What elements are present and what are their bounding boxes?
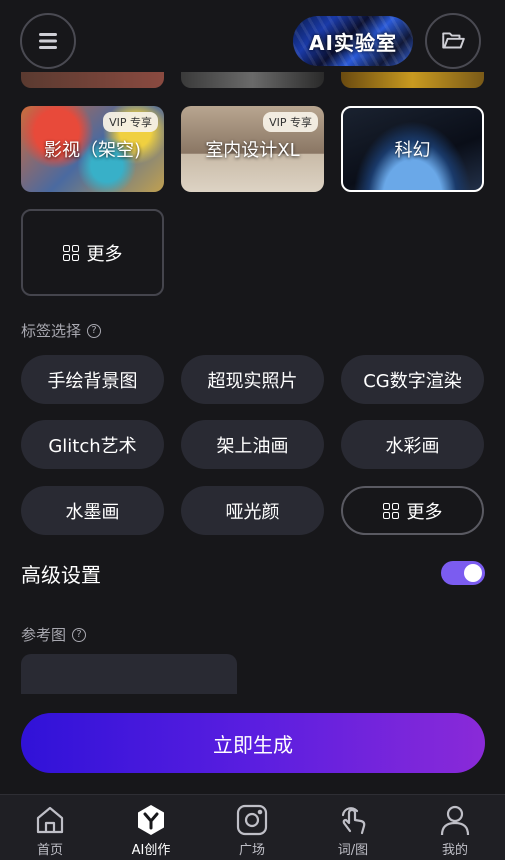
nav-label: 我的 (441, 843, 468, 858)
scrolled-card-strip (181, 72, 324, 88)
grid-icon (62, 244, 79, 261)
tag-chip[interactable]: 水彩画 (341, 420, 484, 469)
folder-open-icon (442, 32, 465, 49)
scrolled-card-strip (21, 72, 164, 88)
vip-badge: VIP 专享 (263, 112, 318, 132)
bottom-nav: 首页 AI创作 广场 词/图 我的 (0, 794, 505, 860)
nav-label: 广场 (238, 843, 265, 858)
tag-chip[interactable]: Glitch艺术 (21, 420, 164, 469)
profile-icon (440, 805, 470, 836)
tag-chip[interactable]: 哑光颜 (181, 486, 324, 535)
tag-label: 水彩画 (385, 435, 440, 457)
menu-button[interactable] (20, 13, 76, 69)
nav-label: 首页 (36, 843, 63, 858)
touch-icon (341, 807, 366, 835)
nav-item-ai-create[interactable]: AI创作 (111, 803, 191, 858)
generate-button[interactable]: 立即生成 (21, 713, 485, 773)
scrolled-card-strip (341, 72, 484, 88)
nav-item-words-images[interactable]: 词/图 (313, 803, 393, 858)
tags-section-label: 标签选择 ? (21, 320, 102, 341)
tag-label: 架上油画 (216, 435, 289, 457)
plaza-icon (236, 804, 268, 836)
reference-label-text: 参考图 (21, 626, 67, 644)
ai-lab-label: AI实验室 (309, 30, 397, 55)
tag-label: 哑光颜 (225, 501, 280, 523)
tag-label: 水墨画 (65, 501, 120, 523)
tag-label: CG数字渲染 (363, 370, 462, 392)
advanced-settings-toggle[interactable] (441, 561, 485, 585)
help-icon[interactable]: ? (87, 323, 102, 338)
reference-image-upload[interactable] (21, 654, 237, 694)
more-tags-label: 更多 (406, 501, 443, 523)
nav-item-profile[interactable]: 我的 (415, 803, 495, 858)
tag-chip[interactable]: 超现实照片 (181, 355, 324, 404)
tag-label: 手绘背景图 (47, 370, 138, 392)
nav-label: AI创作 (131, 843, 171, 858)
tag-chip[interactable]: 水墨画 (21, 486, 164, 535)
nav-item-plaza[interactable]: 广场 (212, 803, 292, 858)
tags-label-text: 标签选择 (21, 322, 82, 340)
ai-lab-badge[interactable]: AI实验室 (293, 16, 413, 66)
more-styles-button[interactable]: 更多 (21, 209, 164, 296)
tag-chip[interactable]: CG数字渲染 (341, 355, 484, 404)
nav-label: 词/图 (337, 843, 369, 858)
grid-icon (382, 502, 399, 519)
tag-label: Glitch艺术 (48, 435, 137, 457)
reference-section-label: 参考图 ? (21, 624, 87, 645)
tag-label: 超现实照片 (207, 370, 298, 392)
generate-label: 立即生成 (213, 732, 293, 757)
nav-item-home[interactable]: 首页 (10, 803, 90, 858)
help-icon[interactable]: ? (72, 627, 87, 642)
more-tags-button[interactable]: 更多 (341, 486, 484, 535)
advanced-settings-label: 高级设置 (21, 563, 101, 587)
style-card-label: 室内设计XL (205, 140, 300, 161)
style-card-scifi[interactable]: 科幻 (341, 106, 484, 192)
vip-badge: VIP 专享 (103, 112, 158, 132)
tag-chip[interactable]: 手绘背景图 (21, 355, 164, 404)
style-card-label: 科幻 (394, 140, 431, 161)
style-card-film[interactable]: VIP 专享 影视（架空) (21, 106, 164, 192)
style-card-label: 影视（架空) (43, 140, 142, 161)
top-bar: AI实验室 (0, 0, 505, 82)
tag-chip[interactable]: 架上油画 (181, 420, 324, 469)
hamburger-menu-icon (39, 33, 57, 49)
home-icon (36, 806, 64, 834)
folder-button[interactable] (425, 13, 481, 69)
ai-create-icon (138, 805, 164, 835)
more-styles-label: 更多 (86, 243, 123, 265)
style-card-interior[interactable]: VIP 专享 室内设计XL (181, 106, 324, 192)
